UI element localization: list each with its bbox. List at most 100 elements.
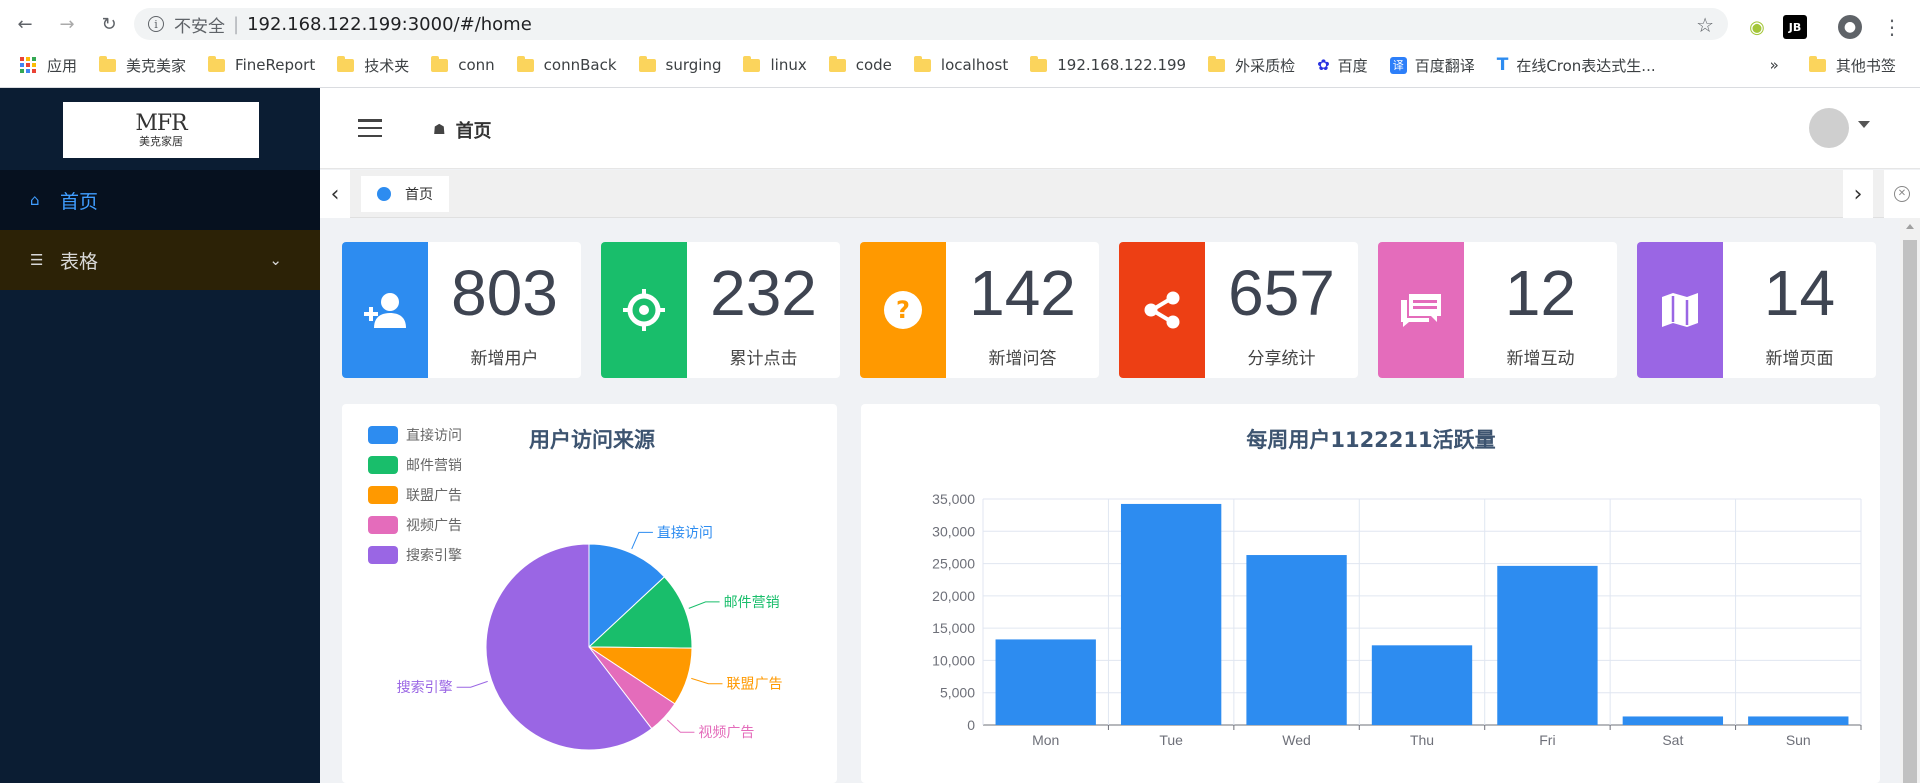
bookmark-folder[interactable]: conn bbox=[431, 55, 495, 74]
forward-icon[interactable]: → bbox=[50, 7, 84, 41]
stat-value: 142 bbox=[969, 257, 1076, 329]
baidu-paw-icon: ✿ bbox=[1317, 56, 1330, 74]
y-tick-label: 30,000 bbox=[932, 523, 975, 539]
y-tick-label: 25,000 bbox=[932, 556, 975, 572]
stat-icon-pane bbox=[342, 242, 428, 378]
bookmark-cron[interactable]: T 在线Cron表达式生... bbox=[1497, 55, 1656, 76]
stat-card: 14 新增页面 bbox=[1637, 242, 1876, 378]
sidebar-item-home[interactable]: ⌂ 首页 bbox=[0, 170, 320, 230]
folder-icon bbox=[743, 55, 761, 72]
address-bar[interactable]: i 不安全 | 192.168.122.199:3000/#/home ☆ bbox=[134, 8, 1728, 40]
stat-value: 12 bbox=[1504, 257, 1577, 329]
chat-icon bbox=[1401, 294, 1441, 327]
scrollbar-thumb[interactable] bbox=[1903, 240, 1917, 783]
breadcrumb: ☗ 首页 bbox=[433, 117, 492, 143]
home-icon: ⌂ bbox=[30, 191, 40, 209]
folder-icon bbox=[337, 55, 355, 72]
pie-slice-label: 邮件营销 bbox=[724, 595, 780, 611]
bookmark-folder[interactable]: 192.168.122.199 bbox=[1030, 55, 1186, 74]
x-tick-label: Tue bbox=[1159, 732, 1183, 748]
bookmark-folder[interactable]: 技术夹 bbox=[337, 55, 409, 76]
main-content: 803 新增用户 232 累计点击 ? 142 新增问答 657 分享统计 12… bbox=[320, 218, 1900, 783]
bookmark-folder[interactable]: localhost bbox=[913, 55, 1009, 74]
svg-text:?: ? bbox=[896, 296, 910, 324]
bar-chart: 0 5,000 10,000 15,000 20,000 25,000 30,000 35,0… bbox=[932, 491, 1862, 748]
menu-kebab-icon[interactable]: ⋮ bbox=[1880, 15, 1904, 39]
account-icon[interactable]: ● bbox=[1838, 15, 1862, 39]
bar[interactable] bbox=[995, 639, 1096, 725]
scroll-up-icon[interactable] bbox=[1906, 224, 1914, 229]
tags-scroll-left-icon[interactable]: ‹ bbox=[320, 170, 350, 218]
stat-card: 657 分享统计 bbox=[1119, 242, 1358, 378]
bookmark-other[interactable]: 其他书签 bbox=[1808, 55, 1896, 76]
caret-down-icon[interactable] bbox=[1858, 121, 1870, 128]
tag-home[interactable]: 首页 bbox=[361, 176, 449, 212]
x-tick-label: Mon bbox=[1032, 732, 1059, 748]
y-tick-label: 5,000 bbox=[940, 685, 975, 701]
android-extension-icon[interactable]: ◉ bbox=[1745, 15, 1769, 39]
bookmark-folder[interactable]: 美克美家 bbox=[99, 55, 186, 76]
avatar[interactable] bbox=[1809, 108, 1849, 148]
back-icon[interactable]: ← bbox=[8, 7, 42, 41]
bookmark-baidu-translate[interactable]: 译百度翻译 bbox=[1389, 55, 1475, 76]
bookmarks-overflow[interactable]: » bbox=[1770, 56, 1779, 74]
tags-scroll-right-icon[interactable]: › bbox=[1843, 170, 1873, 218]
y-tick-label: 10,000 bbox=[932, 652, 975, 668]
bar[interactable] bbox=[1497, 565, 1598, 725]
stat-label: 新增互动 bbox=[1506, 349, 1575, 369]
bookmark-label: code bbox=[855, 56, 892, 74]
apps-grid-icon bbox=[20, 56, 37, 74]
bar[interactable] bbox=[1246, 555, 1347, 725]
x-tick-label: Wed bbox=[1282, 732, 1311, 748]
browser-toolbar: ← → ↻ i 不安全 | 192.168.122.199:3000/#/hom… bbox=[0, 0, 1920, 88]
bar[interactable] bbox=[1371, 645, 1473, 725]
x-tick-label: Thu bbox=[1410, 732, 1434, 748]
info-icon[interactable]: i bbox=[148, 16, 164, 32]
bookmark-label: 其他书签 bbox=[1835, 56, 1896, 75]
bookmark-label: conn bbox=[458, 56, 495, 74]
bookmark-folder[interactable]: linux bbox=[743, 55, 807, 74]
translate-icon: 译 bbox=[1389, 56, 1407, 74]
bookmark-label: surging bbox=[665, 56, 722, 74]
top-header: ☗ 首页 bbox=[320, 88, 1920, 169]
close-all-tags-icon[interactable]: ✕ bbox=[1884, 170, 1920, 218]
pie-chart-panel: 用户访问来源 直接访问 邮件营销 联盟广告 视频广告 搜索引擎 直接访问 邮件营销… bbox=[342, 404, 837, 783]
menu-toggle-icon[interactable] bbox=[358, 119, 382, 137]
bookmark-label: connBack bbox=[543, 56, 617, 74]
bookmark-folder[interactable]: surging bbox=[638, 55, 722, 74]
logo[interactable]: MFR 美克家居 bbox=[63, 102, 259, 158]
bookmark-label: 技术夹 bbox=[364, 56, 410, 75]
bookmark-folder[interactable]: FineReport bbox=[208, 55, 315, 74]
pie-chart: 直接访问邮件营销联盟广告视频广告 搜索引擎 bbox=[397, 524, 782, 751]
bar[interactable] bbox=[1120, 503, 1222, 725]
stat-icon-pane bbox=[1637, 242, 1723, 378]
bar-chart-panel: 每周用户1122211活跃量 0 5,000 10,000 15,000 20,000 2… bbox=[861, 404, 1880, 783]
bookmark-label: 在线Cron表达式生... bbox=[1516, 56, 1656, 75]
bookmark-label: 外采质检 bbox=[1235, 56, 1296, 75]
sidebar-item-table[interactable]: ☰ 表格 ⌄ bbox=[0, 230, 320, 290]
url-text[interactable]: 192.168.122.199:3000/#/home bbox=[247, 14, 532, 35]
folder-icon bbox=[516, 55, 534, 72]
folder-icon bbox=[828, 55, 846, 72]
page-scrollbar[interactable] bbox=[1900, 218, 1920, 783]
bookmark-label: localhost bbox=[940, 56, 1009, 74]
bookmark-apps[interactable]: 应用 bbox=[20, 55, 77, 76]
folder-icon bbox=[431, 55, 449, 72]
bookmark-folder[interactable]: connBack bbox=[516, 55, 617, 74]
y-tick-label: 0 bbox=[967, 717, 975, 733]
jetbrains-extension-icon[interactable]: JB bbox=[1783, 15, 1807, 39]
bookmark-folder[interactable]: code bbox=[828, 55, 892, 74]
insecure-label: 不安全 bbox=[174, 16, 225, 37]
bookmark-star-icon[interactable]: ☆ bbox=[1696, 13, 1714, 37]
pie-label-line bbox=[691, 677, 723, 685]
bookmark-baidu[interactable]: ✿ 百度 bbox=[1317, 55, 1368, 76]
bar[interactable] bbox=[1748, 716, 1849, 725]
home-icon: ☗ bbox=[433, 122, 446, 138]
stat-value: 14 bbox=[1763, 257, 1836, 329]
reload-icon[interactable]: ↻ bbox=[92, 7, 126, 41]
bar[interactable] bbox=[1622, 716, 1724, 725]
cron-t-icon: T bbox=[1496, 55, 1509, 75]
stat-icon-pane: ? bbox=[860, 242, 946, 378]
bookmark-folder[interactable]: 外采质检 bbox=[1208, 55, 1295, 76]
layers-icon: ☰ bbox=[30, 251, 44, 269]
